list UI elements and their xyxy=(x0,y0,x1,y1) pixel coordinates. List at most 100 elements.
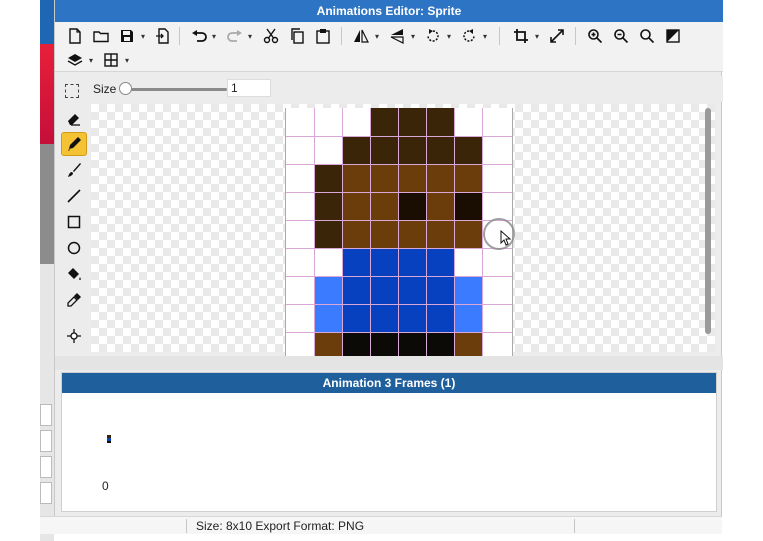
rectangle-tool[interactable] xyxy=(61,210,87,234)
sprite-pixel[interactable] xyxy=(314,276,342,304)
save-icon[interactable] xyxy=(117,26,137,46)
redo-dropdown-icon[interactable]: ▾ xyxy=(248,32,252,41)
panel-divider[interactable] xyxy=(55,356,723,370)
sprite-pixel[interactable] xyxy=(398,220,426,248)
cut-icon[interactable] xyxy=(261,26,281,46)
sprite-pixel[interactable] xyxy=(398,164,426,192)
sprite-pixel-grid[interactable] xyxy=(285,108,513,358)
sprite-pixel[interactable] xyxy=(482,248,510,276)
open-folder-icon[interactable] xyxy=(91,26,111,46)
sprite-pixel[interactable] xyxy=(482,192,510,220)
sprite-pixel[interactable] xyxy=(454,192,482,220)
sprite-pixel[interactable] xyxy=(370,248,398,276)
sprite-pixel[interactable] xyxy=(314,220,342,248)
sprite-pixel[interactable] xyxy=(454,304,482,332)
fill-bucket-tool[interactable] xyxy=(61,262,87,286)
paste-icon[interactable] xyxy=(313,26,333,46)
sprite-pixel[interactable] xyxy=(454,108,482,136)
sprite-pixel[interactable] xyxy=(342,108,370,136)
sprite-pixel[interactable] xyxy=(314,192,342,220)
sprite-pixel[interactable] xyxy=(426,332,454,358)
sprite-pixel[interactable] xyxy=(398,276,426,304)
sprite-pixel[interactable] xyxy=(398,108,426,136)
sprite-pixel[interactable] xyxy=(370,220,398,248)
sprite-pixel[interactable] xyxy=(314,164,342,192)
sprite-pixel[interactable] xyxy=(482,136,510,164)
sprite-pixel[interactable] xyxy=(454,332,482,358)
sprite-pixel[interactable] xyxy=(398,136,426,164)
line-tool[interactable] xyxy=(61,184,87,208)
sprite-pixel[interactable] xyxy=(426,192,454,220)
sprite-pixel[interactable] xyxy=(370,164,398,192)
marquee-select-icon[interactable] xyxy=(65,84,79,98)
sprite-pixel[interactable] xyxy=(426,136,454,164)
layers-icon[interactable] xyxy=(65,50,85,70)
sprite-pixel[interactable] xyxy=(426,304,454,332)
sprite-pixel[interactable] xyxy=(286,332,314,358)
sprite-pixel[interactable] xyxy=(286,220,314,248)
pencil-tool[interactable] xyxy=(61,132,87,156)
sprite-pixel[interactable] xyxy=(286,192,314,220)
sprite-pixel[interactable] xyxy=(286,164,314,192)
size-slider[interactable] xyxy=(121,88,227,91)
redo-icon[interactable] xyxy=(225,26,245,46)
sprite-pixel[interactable] xyxy=(370,304,398,332)
sprite-pixel[interactable] xyxy=(342,164,370,192)
sprite-pixel[interactable] xyxy=(370,136,398,164)
new-file-icon[interactable] xyxy=(65,26,85,46)
zoom-in-icon[interactable] xyxy=(585,26,605,46)
sprite-pixel[interactable] xyxy=(454,248,482,276)
sprite-pixel[interactable] xyxy=(482,276,510,304)
resize-icon[interactable] xyxy=(547,26,567,46)
sprite-pixel[interactable] xyxy=(370,108,398,136)
save-dropdown-icon[interactable]: ▾ xyxy=(141,32,145,41)
undo-dropdown-icon[interactable]: ▾ xyxy=(212,32,216,41)
crop-icon[interactable] xyxy=(511,26,531,46)
sprite-pixel[interactable] xyxy=(314,332,342,358)
eyedropper-tool[interactable] xyxy=(61,288,87,312)
sprite-pixel[interactable] xyxy=(398,332,426,358)
sprite-pixel[interactable] xyxy=(426,108,454,136)
size-input[interactable]: 1 xyxy=(227,79,271,97)
move-tool[interactable] xyxy=(61,324,87,348)
sprite-pixel[interactable] xyxy=(342,136,370,164)
sprite-pixel[interactable] xyxy=(342,192,370,220)
rotate-left-icon[interactable] xyxy=(423,26,443,46)
sprite-pixel[interactable] xyxy=(398,304,426,332)
flip-vertical-icon[interactable] xyxy=(387,26,407,46)
sprite-pixel[interactable] xyxy=(286,108,314,136)
sprite-pixel[interactable] xyxy=(314,248,342,276)
sprite-pixel[interactable] xyxy=(426,276,454,304)
rotate-right-icon[interactable] xyxy=(459,26,479,46)
canvas-vertical-scrollbar[interactable] xyxy=(705,108,711,334)
zoom-out-icon[interactable] xyxy=(611,26,631,46)
sprite-pixel[interactable] xyxy=(454,220,482,248)
sprite-pixel[interactable] xyxy=(342,304,370,332)
sprite-pixel[interactable] xyxy=(454,276,482,304)
copy-icon[interactable] xyxy=(287,26,307,46)
sprite-pixel[interactable] xyxy=(482,304,510,332)
sprite-pixel[interactable] xyxy=(426,248,454,276)
flip-horizontal-icon[interactable] xyxy=(351,26,371,46)
sprite-pixel[interactable] xyxy=(314,304,342,332)
sprite-pixel[interactable] xyxy=(454,136,482,164)
undo-icon[interactable] xyxy=(189,26,209,46)
sprite-pixel[interactable] xyxy=(286,304,314,332)
rotate-right-dropdown-icon[interactable]: ▾ xyxy=(483,32,487,41)
sprite-pixel[interactable] xyxy=(314,108,342,136)
sprite-pixel[interactable] xyxy=(370,192,398,220)
sprite-pixel[interactable] xyxy=(426,164,454,192)
layers-dropdown-icon[interactable]: ▾ xyxy=(89,56,93,65)
sprite-pixel[interactable] xyxy=(482,332,510,358)
size-slider-knob[interactable] xyxy=(119,82,132,95)
flip-vertical-dropdown-icon[interactable]: ▾ xyxy=(411,32,415,41)
sprite-pixel[interactable] xyxy=(342,220,370,248)
sprite-pixel[interactable] xyxy=(342,276,370,304)
sprite-pixel[interactable] xyxy=(286,248,314,276)
sprite-pixel[interactable] xyxy=(398,248,426,276)
export-icon[interactable] xyxy=(153,26,173,46)
sprite-pixel[interactable] xyxy=(370,332,398,358)
ellipse-tool[interactable] xyxy=(61,236,87,260)
flip-horizontal-dropdown-icon[interactable]: ▾ xyxy=(375,32,379,41)
sprite-pixel[interactable] xyxy=(370,276,398,304)
